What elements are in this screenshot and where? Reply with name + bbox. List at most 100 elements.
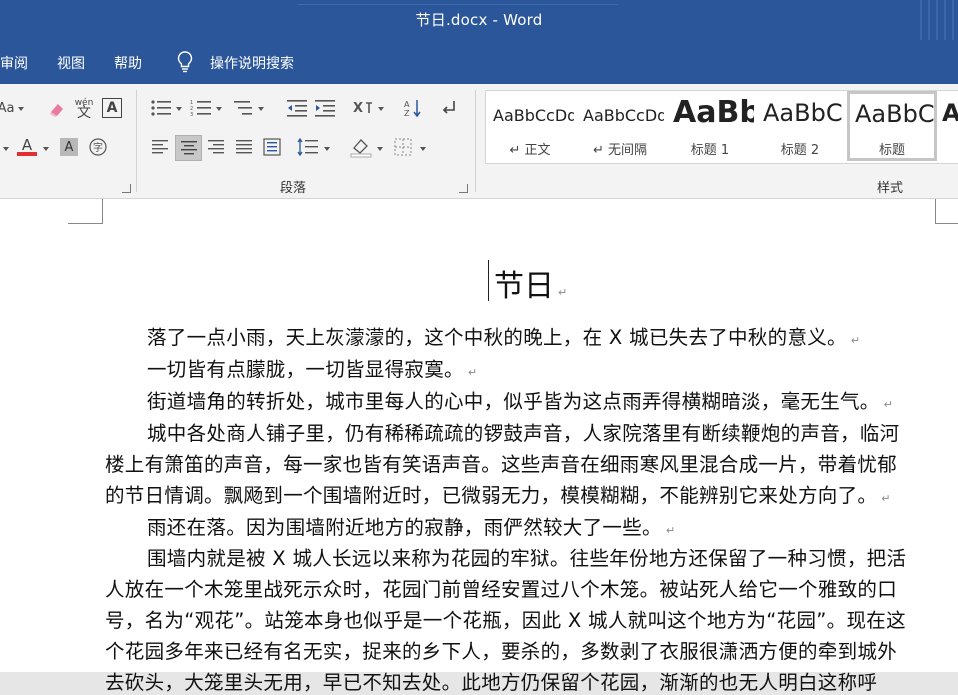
style-subtitle[interactable]: A (939, 91, 958, 161)
svg-text:3: 3 (190, 112, 193, 117)
line-text: 一切皆有点朦胧，一切皆显得寂寞。 (147, 358, 464, 381)
crop-mark (68, 223, 102, 224)
chevron-down-icon[interactable] (3, 147, 9, 151)
enclose-characters-icon[interactable]: 字 (88, 137, 108, 157)
sort-icon[interactable]: AZ (403, 98, 423, 118)
font-color-icon[interactable]: A (16, 136, 38, 158)
chevron-down-icon[interactable] (216, 107, 222, 111)
paragraph-line[interactable]: 的节日情调。飘飏到一个围墙附近时，已微弱无力，模模糊糊，不能辨别它来处方向了。 ↵ (105, 479, 891, 508)
line-text: 落了一点小雨，天上灰濛濛的，这个中秋的晚上，在 X 城已失去了中秋的意义。 (147, 326, 847, 349)
document-page[interactable]: 节日 ↵ 落了一点小雨，天上灰濛濛的，这个中秋的晚上，在 X 城已失去了中秋的意义… (0, 199, 958, 694)
style-sample: AaBbCcDd (493, 106, 574, 125)
character-border-icon[interactable]: A (102, 98, 122, 118)
group-separator (136, 90, 137, 192)
document-title[interactable]: 节日 ↵ (494, 261, 567, 305)
multilevel-list-icon[interactable] (232, 98, 254, 118)
align-center-icon[interactable] (175, 135, 202, 161)
paragraph-line[interactable]: 号，名为“观花”。站笼本身也似乎是一个花瓶，因此 X 城人就叫这个地方为“花园”… (105, 604, 906, 633)
styles-group-label: 样式 (877, 181, 904, 196)
crop-mark (935, 199, 936, 224)
text-cursor (488, 260, 489, 301)
show-formatting-marks-icon[interactable] (440, 98, 458, 118)
chevron-down-icon[interactable] (176, 107, 182, 111)
quick-access-highlight (298, 0, 618, 5)
paragraph-line[interactable]: 楼上有箫笛的声音，每一家也皆有笑语声音。这些声音在细雨寒风里混合成一片，带着忧郁 (105, 448, 897, 477)
paragraph-dialog-launcher[interactable] (459, 184, 468, 193)
paragraph-mark: ↵ (467, 366, 478, 379)
ribbon: Aa wén 文 A A A 字 123 X AZ 段落 AaBbCcDd ↵ … (0, 84, 958, 199)
line-text: 去砍头，大笼里头无用，早已不知去处。此地方仍保留个花园，渐渐的也无人明白这称呼 (105, 671, 878, 694)
paragraph-line[interactable]: 个花园多年来已经有名无实，捉来的乡下人，要杀的，多数剥了衣服很潇洒方便的牵到城外 (105, 635, 897, 664)
distributed-icon[interactable] (262, 137, 282, 157)
style-name: 标题 2 (780, 143, 820, 158)
line-text: 人放在一个木笼里战死示众时，花园门前曾经安置过八个木笼。被站死人给它一个雅致的口 (105, 578, 898, 601)
style-sample: AaBbC (855, 100, 935, 128)
ribbon-tabs: 审阅 视图 帮助 操作说明搜索 (0, 40, 958, 84)
decrease-indent-icon[interactable] (286, 98, 308, 118)
lightbulb-icon[interactable] (177, 51, 193, 73)
line-text: 雨还在落。因为围墙附近地方的寂静，雨俨然较大了一些。 (147, 516, 662, 539)
svg-text:X: X (353, 101, 363, 116)
paragraph-group-label: 段落 (280, 181, 307, 196)
chevron-down-icon[interactable] (43, 147, 49, 151)
paragraph-line[interactable]: 围墙内就是被 X 城人长远以来称为花园的牢狱。往些年份地方还保留了一种习惯，把活 (147, 542, 906, 571)
numbering-icon[interactable]: 123 (190, 98, 212, 118)
line-spacing-icon[interactable] (296, 137, 320, 157)
paragraph-mark: ↵ (881, 492, 891, 505)
style-name: ↵ 正文 (509, 143, 551, 158)
phonetic-guide-icon[interactable]: wén 文 (74, 96, 94, 120)
style-name: ↵ 无间隔 (592, 143, 648, 158)
line-text: 个花园多年来已经有名无实，捉来的乡下人，要杀的，多数剥了衣服很潇洒方便的牵到城外 (105, 640, 898, 663)
chevron-down-icon[interactable] (377, 147, 383, 151)
style-heading-1[interactable]: AaBb 标题 1 (666, 91, 754, 161)
borders-icon[interactable] (393, 137, 413, 157)
shading-icon[interactable] (350, 136, 372, 158)
style-title[interactable]: AaBbC 标题 (847, 91, 937, 161)
paragraph-mark: ↵ (883, 398, 894, 411)
bullets-icon[interactable] (150, 98, 172, 118)
align-right-icon[interactable] (206, 138, 226, 156)
justify-icon[interactable] (234, 138, 254, 156)
paragraph-line[interactable]: 城中各处商人铺子里，仍有稀稀疏疏的锣鼓声音，人家院落里有断续鞭炮的声音，临河 (147, 417, 899, 446)
change-case-icon[interactable]: Aa (0, 98, 14, 118)
window-controls[interactable] (914, 0, 958, 40)
crop-mark (935, 223, 958, 224)
tab-review[interactable]: 审阅 (0, 53, 28, 73)
paragraph-line[interactable]: 去砍头，大笼里头无用，早已不知去处。此地方仍保留个花园，渐渐的也无人明白这称呼 (105, 666, 877, 695)
line-text: 楼上有箫笛的声音，每一家也皆有笑语声音。这些声音在细雨寒风里混合成一片，带着忧郁 (105, 453, 898, 476)
style-heading-2[interactable]: AaBbC 标题 2 (756, 91, 844, 161)
group-separator (475, 90, 476, 192)
pinyin-char: 文 (77, 105, 91, 121)
paragraph-line[interactable]: 人放在一个木笼里战死示众时，花园门前曾经安置过八个木笼。被站死人给它一个雅致的口 (105, 573, 897, 602)
crop-mark (102, 199, 103, 224)
tab-view[interactable]: 视图 (57, 53, 85, 73)
tell-me-search[interactable]: 操作说明搜索 (210, 53, 294, 73)
paragraph-line[interactable]: 一切皆有点朦胧，一切皆显得寂寞。 ↵ (147, 353, 477, 382)
style-normal[interactable]: AaBbCcDd ↵ 正文 (486, 91, 574, 161)
svg-text:Z: Z (404, 109, 410, 118)
paragraph-line[interactable]: 街道墙角的转折处，城市里每人的心中，似乎皆为这点雨弄得横糊暗淡，毫无生气。 ↵ (147, 385, 893, 414)
style-name: 标题 1 (690, 143, 730, 158)
title-text: 节日 (494, 269, 554, 304)
chevron-down-icon[interactable] (378, 107, 384, 111)
style-no-spacing[interactable]: AaBbCcDd ↵ 无间隔 (576, 91, 664, 161)
chinese-layout-icon[interactable]: X (352, 98, 374, 118)
clear-formatting-icon[interactable] (46, 98, 68, 120)
chevron-down-icon[interactable] (258, 107, 264, 111)
chevron-down-icon[interactable] (420, 147, 426, 151)
align-left-icon[interactable] (150, 138, 170, 156)
paragraph-line[interactable]: 落了一点小雨，天上灰濛濛的，这个中秋的晚上，在 X 城已失去了中秋的意义。 ↵ (147, 321, 860, 350)
style-sample: AaBbCcDd (583, 106, 664, 125)
paragraph-mark: ↵ (850, 334, 861, 347)
line-text: 号，名为“观花”。站笼本身也似乎是一个花瓶，因此 X 城人就叫这个地方为“花园”… (105, 609, 906, 632)
chevron-down-icon[interactable] (18, 107, 24, 111)
increase-indent-icon[interactable] (314, 98, 336, 118)
character-shading-icon[interactable]: A (60, 138, 78, 156)
tab-help[interactable]: 帮助 (114, 53, 142, 73)
style-sample: AaBbC (763, 99, 843, 127)
title-bar: 节日.docx - Word (0, 0, 958, 40)
chevron-down-icon[interactable] (324, 147, 330, 151)
svg-text:字: 字 (93, 141, 103, 154)
paragraph-line[interactable]: 雨还在落。因为围墙附近地方的寂静，雨俨然较大了一些。 ↵ (147, 511, 675, 540)
font-dialog-launcher[interactable] (122, 184, 131, 193)
